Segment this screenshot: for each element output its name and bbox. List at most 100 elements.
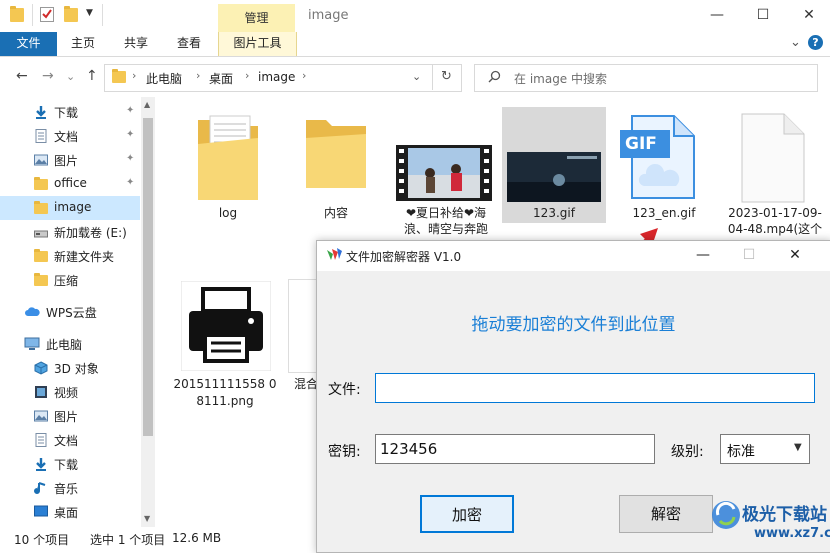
app-logo-icon: [326, 247, 342, 261]
pin-icon[interactable]: ✦: [126, 153, 134, 164]
sidebar-item-image[interactable]: image: [0, 196, 140, 220]
file-item-content-folder[interactable]: [286, 108, 386, 208]
tab-share[interactable]: 共享: [109, 32, 163, 56]
drop-zone-hint[interactable]: 拖动要加密的文件到此位置: [317, 310, 830, 335]
sidebar-item-drive-e[interactable]: 新加载卷 (E:): [0, 220, 140, 244]
download-icon: [34, 105, 48, 119]
decrypt-button[interactable]: 解密: [619, 495, 713, 533]
breadcrumb-separator: ›: [132, 69, 137, 82]
new-folder-icon[interactable]: [64, 6, 78, 22]
folder-icon: [112, 69, 126, 83]
key-input[interactable]: [375, 434, 655, 464]
sidebar-item-new-folder[interactable]: 新建文件夹: [0, 244, 140, 268]
status-selected-count: 选中 1 个项目: [90, 533, 166, 547]
sidebar-item-music[interactable]: 音乐: [0, 476, 140, 500]
key-label: 密钥:: [328, 444, 361, 460]
video-icon: [34, 385, 48, 398]
help-icon[interactable]: ?: [808, 35, 823, 50]
sidebar-item-compress[interactable]: 压缩: [0, 268, 140, 292]
breadcrumb-separator: ›: [302, 69, 307, 82]
sidebar-item-office[interactable]: office ✦: [0, 172, 140, 196]
drive-icon: [34, 225, 48, 238]
printer-image-icon: [180, 280, 272, 372]
chevron-down-icon[interactable]: ▼: [794, 442, 802, 453]
tab-home[interactable]: 主页: [57, 32, 109, 56]
pin-icon[interactable]: ✦: [126, 129, 134, 140]
computer-icon: [24, 337, 40, 350]
window-title: image: [308, 8, 349, 23]
sidebar-item-documents-2[interactable]: 文档: [0, 428, 140, 452]
breadcrumb-desktop[interactable]: 桌面: [209, 70, 233, 87]
file-name-line1: 201511111558 0: [173, 377, 277, 391]
level-select-value: 标准: [727, 444, 755, 460]
folder-icon: [34, 273, 48, 286]
back-button[interactable]: ←: [16, 68, 28, 84]
picture-icon: [34, 409, 48, 422]
file-name-line2: 04-48.mp4(这个: [727, 222, 823, 236]
document-icon: [34, 433, 48, 447]
scroll-up-icon[interactable]: ▲: [144, 100, 150, 109]
breadcrumb-image[interactable]: image: [258, 70, 295, 84]
dialog-minimize-button[interactable]: —: [680, 241, 726, 271]
tab-view[interactable]: 查看: [163, 32, 215, 56]
dialog-maximize-button: ☐: [742, 247, 756, 263]
sidebar-item-3d-objects[interactable]: 3D 对象: [0, 356, 140, 380]
sidebar-item-downloads-2[interactable]: 下载: [0, 452, 140, 476]
folder-icon: [306, 120, 366, 188]
properties-icon[interactable]: [40, 7, 54, 22]
folder-icon: [34, 201, 48, 214]
search-input[interactable]: 在 image 中搜索: [514, 70, 607, 87]
manage-tab-label[interactable]: 管理: [218, 9, 295, 26]
file-name-line2: 浪、晴空与奔跑: [403, 222, 488, 236]
recent-locations-button[interactable]: ⌄: [66, 70, 75, 83]
file-item-123-en-gif[interactable]: GIF: [620, 112, 700, 202]
encrypt-button[interactable]: 加密: [420, 495, 514, 533]
watermark-url: www.xz7.com: [754, 526, 830, 541]
file-item-printer-png[interactable]: [180, 280, 272, 372]
breadcrumb-this-pc[interactable]: 此电脑: [146, 70, 182, 87]
status-item-count: 10 个项目: [14, 533, 70, 547]
maximize-button[interactable]: ☐: [740, 0, 786, 32]
sidebar-item-desktop[interactable]: 桌面: [0, 500, 140, 524]
sidebar-item-pictures-2[interactable]: 图片: [0, 404, 140, 428]
scroll-down-icon[interactable]: ▼: [144, 514, 150, 523]
gif-thumbnail-image: [507, 152, 601, 202]
sidebar-item-videos[interactable]: 视频: [0, 380, 140, 404]
folder-with-docs-icon: [198, 115, 258, 200]
sidebar-item-pictures[interactable]: 图片 ✦: [0, 148, 140, 172]
ribbon-expand-icon[interactable]: ⌄: [790, 35, 801, 50]
sidebar-scrollbar-thumb[interactable]: [143, 118, 153, 436]
gif-file-icon: [620, 115, 695, 199]
dialog-title: 文件加密解密器 V1.0: [346, 250, 462, 264]
tab-file[interactable]: 文件: [0, 32, 57, 56]
folder-icon: [10, 6, 24, 22]
file-item-summer-video[interactable]: [396, 145, 492, 201]
file-item-mixed[interactable]: [288, 279, 317, 373]
pin-icon[interactable]: ✦: [126, 177, 134, 188]
sidebar-item-wps-cloud[interactable]: WPS云盘: [0, 300, 140, 324]
pin-icon[interactable]: ✦: [126, 105, 134, 116]
dialog-close-button[interactable]: ✕: [772, 241, 818, 271]
file-name: log: [218, 206, 238, 220]
sidebar-item-documents[interactable]: 文档 ✦: [0, 124, 140, 148]
divider: [32, 4, 33, 26]
file-name-line2: 8111.png: [196, 394, 254, 408]
watermark-title: 极光下载站: [742, 505, 827, 525]
file-path-input[interactable]: [375, 373, 815, 403]
close-button[interactable]: ✕: [786, 0, 830, 32]
file-name: 123.gif: [533, 206, 575, 220]
sidebar-item-downloads[interactable]: 下载 ✦: [0, 100, 140, 124]
status-selected-size: 12.6 MB: [172, 531, 222, 545]
video-thumbnail-icon: [396, 145, 492, 201]
refresh-button[interactable]: ↻: [432, 64, 460, 90]
minimize-button[interactable]: —: [694, 0, 740, 32]
sidebar-item-this-pc[interactable]: 此电脑: [0, 332, 140, 356]
up-button[interactable]: ↑: [86, 68, 98, 84]
address-dropdown-icon[interactable]: ⌄: [412, 70, 421, 83]
forward-button[interactable]: →: [42, 68, 54, 84]
folder-icon: [34, 249, 48, 262]
file-label: 文件:: [328, 382, 361, 398]
file-item-mp4[interactable]: [738, 112, 808, 204]
quick-access-dropdown-icon[interactable]: ▼: [86, 8, 93, 18]
tab-picture-tools[interactable]: 图片工具: [218, 32, 297, 56]
